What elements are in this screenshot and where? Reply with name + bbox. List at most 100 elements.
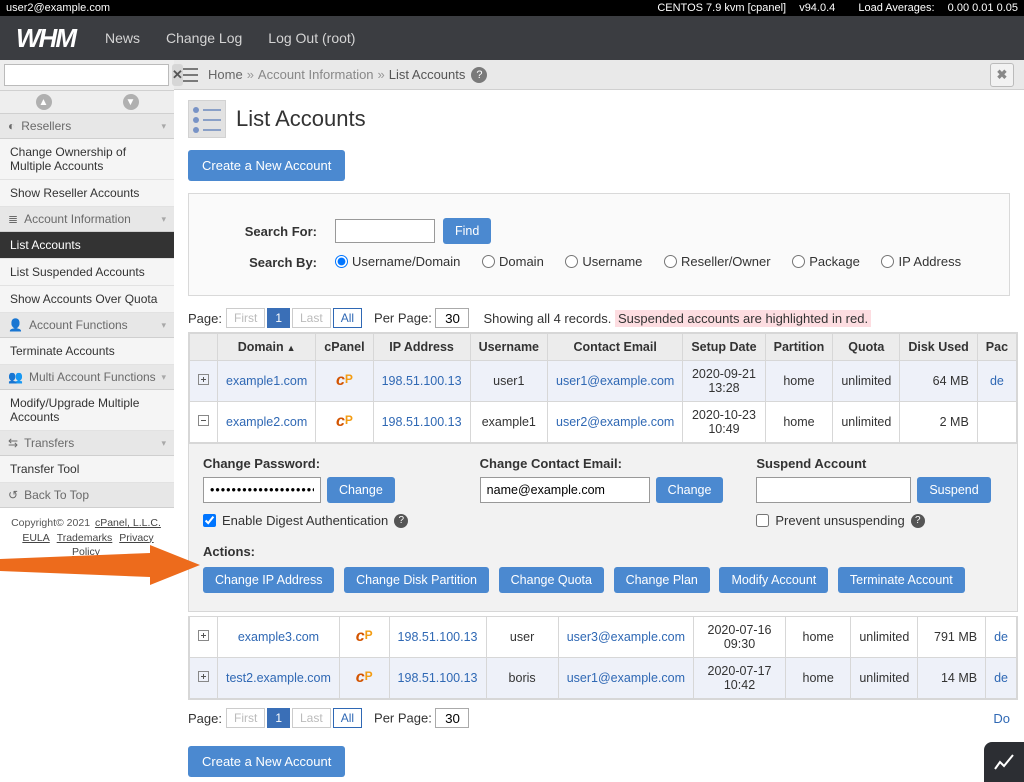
pager-all[interactable]: All bbox=[333, 708, 362, 728]
suspend-button[interactable]: Suspend bbox=[917, 477, 990, 503]
pager-first[interactable]: First bbox=[226, 308, 265, 328]
create-account-button[interactable]: Create a New Account bbox=[188, 150, 345, 181]
action-change-partition[interactable]: Change Disk Partition bbox=[344, 567, 489, 593]
ip-link[interactable]: 198.51.100.13 bbox=[398, 671, 478, 685]
col-quota[interactable]: Quota bbox=[833, 334, 900, 361]
sidebar-section-multi[interactable]: 👥Multi Account Functions▾ bbox=[0, 365, 174, 390]
sidebar-item-list-suspended[interactable]: List Suspended Accounts bbox=[0, 259, 174, 286]
email-link[interactable]: user3@example.com bbox=[567, 630, 685, 644]
col-cpanel[interactable]: cPanel bbox=[316, 334, 373, 361]
radio-username[interactable] bbox=[565, 255, 578, 268]
expand-toggle[interactable] bbox=[190, 361, 218, 402]
cpanel-icon[interactable]: c bbox=[336, 372, 353, 389]
action-modify-account[interactable]: Modify Account bbox=[719, 567, 828, 593]
col-disk[interactable]: Disk Used bbox=[900, 334, 977, 361]
help-icon[interactable]: ? bbox=[394, 514, 408, 528]
email-link[interactable]: user1@example.com bbox=[556, 374, 674, 388]
change-password-input[interactable] bbox=[203, 477, 321, 503]
help-icon[interactable]: ? bbox=[911, 514, 925, 528]
cpanel-icon[interactable]: c bbox=[356, 669, 373, 686]
nav-changelog[interactable]: Change Log bbox=[166, 30, 242, 46]
ip-link[interactable]: 198.51.100.13 bbox=[382, 374, 462, 388]
change-password-button[interactable]: Change bbox=[327, 477, 395, 503]
radio-ip[interactable] bbox=[881, 255, 894, 268]
pager-last[interactable]: Last bbox=[292, 708, 331, 728]
sidebar-search-input[interactable] bbox=[4, 64, 169, 86]
sidebar-item-show-reseller[interactable]: Show Reseller Accounts bbox=[0, 180, 174, 207]
sidebar-item-list-accounts[interactable]: List Accounts bbox=[0, 232, 174, 259]
support-fab-button[interactable] bbox=[984, 742, 1024, 782]
pager-1[interactable]: 1 bbox=[267, 708, 290, 728]
action-change-ip[interactable]: Change IP Address bbox=[203, 567, 334, 593]
change-email-input[interactable] bbox=[480, 477, 650, 503]
crumb-home[interactable]: Home bbox=[208, 67, 243, 82]
sidebar-section-transfers[interactable]: ⇆Transfers▾ bbox=[0, 431, 174, 456]
sidebar-section-account-info[interactable]: ≣Account Information▾ bbox=[0, 207, 174, 232]
change-email-label: Change Contact Email: bbox=[480, 456, 727, 471]
pager-last[interactable]: Last bbox=[292, 308, 331, 328]
close-panel-button[interactable]: ✖ bbox=[990, 63, 1014, 87]
expand-toggle[interactable] bbox=[190, 402, 218, 443]
sidebar-back-to-top[interactable]: ↺Back To Top bbox=[0, 483, 174, 508]
sidebar-item-modify-multiple[interactable]: Modify/Upgrade Multiple Accounts bbox=[0, 390, 174, 431]
create-account-button[interactable]: Create a New Account bbox=[188, 746, 345, 777]
col-domain[interactable]: Domain▲ bbox=[218, 334, 316, 361]
col-package[interactable]: Pac bbox=[977, 334, 1016, 361]
table-row: example1.com c 198.51.100.13 user1 user1… bbox=[190, 361, 1017, 402]
cpanel-icon[interactable]: c bbox=[336, 413, 353, 430]
link-cpanel[interactable]: cPanel, L.L.C. bbox=[95, 517, 161, 529]
per-page-input[interactable] bbox=[435, 308, 469, 328]
sidebar-item-terminate[interactable]: Terminate Accounts bbox=[0, 338, 174, 365]
sidebar-item-transfer-tool[interactable]: Transfer Tool bbox=[0, 456, 174, 483]
ip-link[interactable]: 198.51.100.13 bbox=[398, 630, 478, 644]
expand-toggle[interactable] bbox=[190, 658, 218, 699]
collapse-down-button[interactable]: ▼ bbox=[87, 91, 174, 113]
ip-link[interactable]: 198.51.100.13 bbox=[382, 415, 462, 429]
col-email[interactable]: Contact Email bbox=[548, 334, 683, 361]
action-change-quota[interactable]: Change Quota bbox=[499, 567, 604, 593]
col-ip[interactable]: IP Address bbox=[373, 334, 470, 361]
radio-domain[interactable] bbox=[482, 255, 495, 268]
col-partition[interactable]: Partition bbox=[765, 334, 833, 361]
cpanel-icon[interactable]: c bbox=[356, 628, 373, 645]
prevent-unsuspend-checkbox[interactable] bbox=[756, 514, 769, 527]
radio-reseller[interactable] bbox=[664, 255, 677, 268]
find-button[interactable]: Find bbox=[443, 218, 491, 244]
sidebar-item-change-ownership[interactable]: Change Ownership of Multiple Accounts bbox=[0, 139, 174, 180]
per-page-input[interactable] bbox=[435, 708, 469, 728]
sidebar-section-account-functions[interactable]: 👤Account Functions▾ bbox=[0, 313, 174, 338]
do-link[interactable]: Do bbox=[993, 711, 1010, 726]
expand-toggle[interactable] bbox=[190, 617, 218, 658]
sidebar-search-clear[interactable]: ✕ bbox=[172, 64, 183, 86]
pager-first[interactable]: First bbox=[226, 708, 265, 728]
domain-link[interactable]: example3.com bbox=[238, 630, 319, 644]
col-setup[interactable]: Setup Date bbox=[683, 334, 765, 361]
suspend-reason-input[interactable] bbox=[756, 477, 911, 503]
pager-top: Page: First 1 Last All Per Page: Showing… bbox=[188, 308, 1010, 328]
collapse-up-button[interactable]: ▲ bbox=[0, 91, 87, 113]
link-trademarks[interactable]: Trademarks bbox=[57, 532, 113, 544]
pager-all[interactable]: All bbox=[333, 308, 362, 328]
col-username[interactable]: Username bbox=[470, 334, 547, 361]
sidebar-item-over-quota[interactable]: Show Accounts Over Quota bbox=[0, 286, 174, 313]
domain-link[interactable]: example2.com bbox=[226, 415, 307, 429]
sidebar-section-resellers[interactable]: ◐Resellers▾ bbox=[0, 114, 174, 139]
search-for-input[interactable] bbox=[335, 219, 435, 243]
crumb-section[interactable]: Account Information bbox=[258, 67, 374, 82]
nav-logout[interactable]: Log Out (root) bbox=[268, 30, 355, 46]
digest-auth-checkbox[interactable] bbox=[203, 514, 216, 527]
link-eula[interactable]: EULA bbox=[22, 532, 49, 544]
whm-logo[interactable]: WHM bbox=[16, 23, 75, 54]
pager-1[interactable]: 1 bbox=[267, 308, 290, 328]
radio-package[interactable] bbox=[792, 255, 805, 268]
domain-link[interactable]: example1.com bbox=[226, 374, 307, 388]
nav-news[interactable]: News bbox=[105, 30, 140, 46]
email-link[interactable]: user1@example.com bbox=[567, 671, 685, 685]
email-link[interactable]: user2@example.com bbox=[556, 415, 674, 429]
action-terminate-account[interactable]: Terminate Account bbox=[838, 567, 965, 593]
change-email-button[interactable]: Change bbox=[656, 477, 724, 503]
domain-link[interactable]: test2.example.com bbox=[226, 671, 331, 685]
help-icon[interactable]: ? bbox=[471, 67, 487, 83]
radio-username-domain[interactable] bbox=[335, 255, 348, 268]
action-change-plan[interactable]: Change Plan bbox=[614, 567, 710, 593]
